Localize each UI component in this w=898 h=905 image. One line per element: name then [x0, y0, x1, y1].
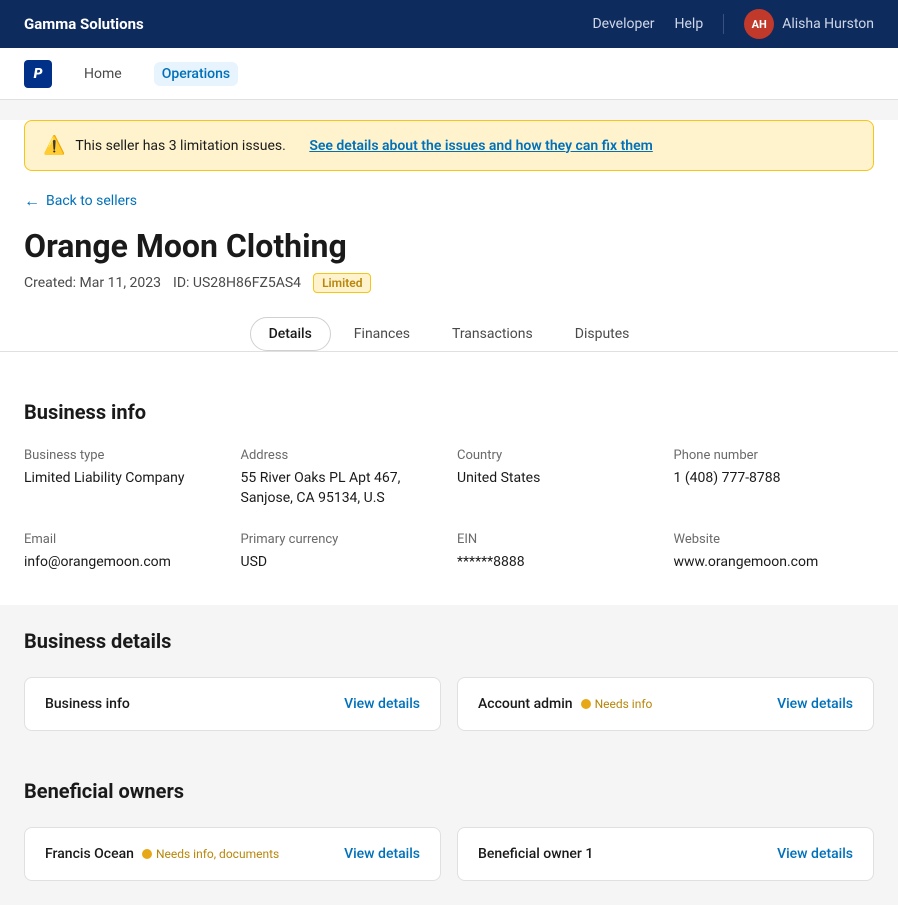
business-info-view-link[interactable]: View details	[344, 696, 420, 712]
business-info-card: Business info View details	[24, 677, 441, 731]
owner-francis-card: Francis Ocean Needs info, documents View…	[24, 827, 441, 881]
owner-1-left: Beneficial owner 1	[478, 846, 593, 862]
alert-text: This seller has 3 limitation issues.	[75, 138, 285, 154]
business-info-grid: Business type Limited Liability Company …	[24, 448, 874, 573]
field-currency-label: Primary currency	[241, 532, 442, 547]
user-name: Alisha Hurston	[782, 16, 874, 32]
field-ein-value: ******8888	[457, 553, 658, 573]
back-link-text: Back to sellers	[46, 193, 137, 209]
alert-link[interactable]: See details about the issues and how the…	[309, 138, 652, 154]
field-ein-label: EIN	[457, 532, 658, 547]
field-country-value: United States	[457, 469, 658, 489]
nav-divider	[723, 14, 724, 34]
field-address-label: Address	[241, 448, 442, 463]
owner-cards: Francis Ocean Needs info, documents View…	[24, 827, 874, 881]
field-ein: EIN ******8888	[457, 532, 658, 573]
operations-link[interactable]: Operations	[154, 62, 238, 86]
francis-needs-text: Needs info, documents	[156, 847, 279, 861]
developer-link[interactable]: Developer	[592, 16, 654, 32]
francis-view-link[interactable]: View details	[344, 846, 420, 862]
tab-transactions[interactable]: Transactions	[433, 317, 552, 351]
owner-francis-label: Francis Ocean	[45, 846, 134, 862]
sub-nav: P Home Operations	[0, 48, 898, 100]
owner-francis-left: Francis Ocean Needs info, documents	[45, 846, 279, 862]
field-address: Address 55 River Oaks PL Apt 467, Sanjos…	[241, 448, 442, 508]
detail-tabs: Details Finances Transactions Disputes	[0, 317, 898, 352]
field-website-value: www.orangemoon.com	[674, 553, 875, 573]
field-website: Website www.orangemoon.com	[674, 532, 875, 573]
back-arrow-icon: ←	[24, 191, 40, 211]
seller-name: Orange Moon Clothing	[24, 227, 874, 265]
field-address-value: 55 River Oaks PL Apt 467, Sanjose, CA 95…	[241, 469, 442, 508]
brand-name: Gamma Solutions	[24, 15, 144, 33]
card-business-info-label: Business info	[45, 696, 130, 712]
field-business-type-value: Limited Liability Company	[24, 469, 225, 489]
paypal-logo: P	[24, 60, 52, 88]
help-link[interactable]: Help	[675, 16, 704, 32]
beneficial-owners-section: Beneficial owners Francis Ocean Needs in…	[0, 755, 898, 905]
field-email: Email info@orangemoon.com	[24, 532, 225, 573]
top-nav-right: Developer Help AH Alisha Hurston	[592, 9, 874, 39]
tab-details[interactable]: Details	[250, 317, 331, 351]
business-details-section: Business details Business info View deta…	[0, 605, 898, 755]
account-admin-card: Account admin Needs info View details	[457, 677, 874, 731]
user-menu[interactable]: AH Alisha Hurston	[744, 9, 874, 39]
business-details-title: Business details	[24, 629, 874, 653]
warning-icon: ⚠️	[43, 135, 65, 156]
field-country-label: Country	[457, 448, 658, 463]
account-admin-view-link[interactable]: View details	[777, 696, 853, 712]
business-info-title: Business info	[24, 400, 874, 424]
field-currency: Primary currency USD	[241, 532, 442, 573]
home-link[interactable]: Home	[76, 62, 130, 86]
needs-info-text: Needs info	[595, 697, 653, 711]
tab-finances[interactable]: Finances	[335, 317, 429, 351]
owner-1-card: Beneficial owner 1 View details	[457, 827, 874, 881]
needs-dot-icon	[581, 699, 591, 709]
seller-meta: Created: Mar 11, 2023 ID: US28H86FZ5AS4 …	[24, 273, 874, 293]
alert-banner: ⚠️ This seller has 3 limitation issues. …	[24, 120, 874, 171]
card-left-admin: Account admin Needs info	[478, 696, 652, 712]
francis-needs-badge: Needs info, documents	[142, 847, 279, 861]
field-country: Country United States	[457, 448, 658, 508]
seller-created: Created: Mar 11, 2023	[24, 275, 161, 291]
field-currency-value: USD	[241, 553, 442, 573]
top-nav: Gamma Solutions Developer Help AH Alisha…	[0, 0, 898, 48]
business-detail-cards: Business info View details Account admin…	[24, 677, 874, 731]
field-business-type-label: Business type	[24, 448, 225, 463]
main-content: ⚠️ This seller has 3 limitation issues. …	[0, 120, 898, 905]
field-email-value: info@orangemoon.com	[24, 553, 225, 573]
owner-1-view-link[interactable]: View details	[777, 846, 853, 862]
status-badge: Limited	[313, 273, 371, 293]
francis-needs-dot-icon	[142, 849, 152, 859]
needs-info-badge: Needs info	[581, 697, 653, 711]
field-phone: Phone number 1 (408) 777-8788	[674, 448, 875, 508]
field-phone-label: Phone number	[674, 448, 875, 463]
field-email-label: Email	[24, 532, 225, 547]
beneficial-owners-title: Beneficial owners	[24, 779, 874, 803]
business-info-section: Business info Business type Limited Liab…	[0, 376, 898, 573]
field-phone-value: 1 (408) 777-8788	[674, 469, 875, 489]
card-account-admin-label: Account admin	[478, 696, 573, 712]
back-to-sellers[interactable]: ← Back to sellers	[24, 191, 874, 211]
avatar: AH	[744, 9, 774, 39]
field-business-type: Business type Limited Liability Company	[24, 448, 225, 508]
seller-id: ID: US28H86FZ5AS4	[173, 275, 301, 291]
field-website-label: Website	[674, 532, 875, 547]
owner-1-label: Beneficial owner 1	[478, 846, 593, 862]
seller-heading: Orange Moon Clothing Created: Mar 11, 20…	[0, 227, 898, 293]
card-left: Business info	[45, 696, 130, 712]
tab-disputes[interactable]: Disputes	[556, 317, 649, 351]
